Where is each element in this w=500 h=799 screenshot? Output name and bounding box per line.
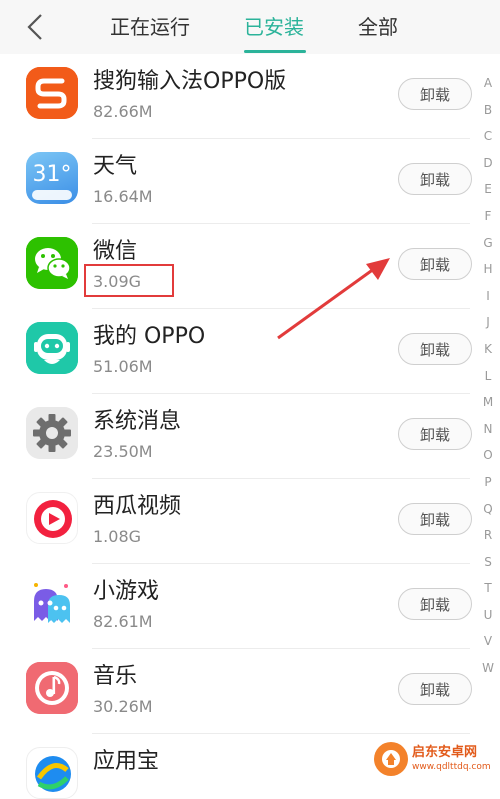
app-size: 82.61M [93,612,153,631]
app-size: 23.50M [93,442,153,461]
app-size: 1.08G [93,527,142,546]
alphabet-letter[interactable]: D [478,150,498,177]
alphabet-letter[interactable]: P [478,469,498,496]
alphabet-letter[interactable]: I [478,283,498,310]
app-row-music[interactable]: 音乐 30.26M 卸载 [0,649,472,734]
app-name: 天气 [93,154,138,179]
watermark: 启东安卓网 www.qdlttdq.com [372,738,500,780]
app-name: 小游戏 [93,579,160,604]
alphabet-letter[interactable]: T [478,575,498,602]
gear-icon [26,407,78,459]
app-size: 30.26M [93,697,153,716]
uninstall-button[interactable]: 卸载 [398,673,472,705]
alphabet-letter[interactable]: S [478,549,498,576]
mini-games-icon [26,577,78,629]
uninstall-button[interactable]: 卸载 [398,333,472,365]
alphabet-letter[interactable]: M [478,389,498,416]
alphabet-letter[interactable]: F [478,203,498,230]
app-name: 应用宝 [93,749,160,774]
alphabet-letter[interactable]: W [478,655,498,682]
tab-all[interactable]: 全部 [358,12,398,42]
xigua-video-icon [26,492,78,544]
uninstall-button[interactable]: 卸载 [398,503,472,535]
app-store-icon [26,747,78,799]
alphabet-letter[interactable]: U [478,602,498,629]
music-icon [26,662,78,714]
back-button[interactable] [18,10,52,44]
alphabet-letter[interactable]: A [478,70,498,97]
top-bar: 正在运行 已安装 全部 [0,0,500,54]
app-size: 16.64M [93,187,153,206]
alphabet-letter[interactable]: C [478,123,498,150]
uninstall-button[interactable]: 卸载 [398,78,472,110]
weather-icon: 31° [26,152,78,204]
uninstall-button[interactable]: 卸载 [398,588,472,620]
app-size: 51.06M [93,357,153,376]
alphabet-letter[interactable]: E [478,176,498,203]
app-name: 系统消息 [93,409,182,434]
app-name: 音乐 [93,664,138,689]
alphabet-letter[interactable]: N [478,416,498,443]
alphabet-letter[interactable]: J [478,309,498,336]
app-name: 搜狗输入法OPPO版 [93,69,287,94]
app-row-mini-games[interactable]: 小游戏 82.61M 卸载 [0,564,472,649]
uninstall-button[interactable]: 卸载 [398,418,472,450]
sogou-icon [26,67,78,119]
alphabet-letter[interactable]: L [478,363,498,390]
watermark-title: 启东安卓网 [412,745,478,760]
alphabet-letter[interactable]: Q [478,496,498,523]
wechat-icon [26,237,78,289]
active-tab-indicator [244,50,306,53]
uninstall-button[interactable]: 卸载 [398,248,472,280]
app-row-xigua-video[interactable]: 西瓜视频 1.08G 卸载 [0,479,472,564]
annotation-highlight-box [84,264,174,297]
watermark-logo-icon [374,742,408,776]
app-size: 82.66M [93,102,153,121]
alphabet-letter[interactable]: R [478,522,498,549]
app-name: 微信 [93,239,138,264]
uninstall-button[interactable]: 卸载 [398,163,472,195]
app-name: 我的 OPPO [93,324,206,349]
chevron-left-icon [27,14,42,40]
my-oppo-icon [26,322,78,374]
app-row-weather[interactable]: 31° 天气 16.64M 卸载 [0,139,472,224]
alphabet-letter[interactable]: K [478,336,498,363]
alphabet-index[interactable]: A B C D E F G H I J K L M N O P Q R S T … [478,70,498,682]
weather-icon-temperature: 31° [32,162,72,187]
tab-running[interactable]: 正在运行 [110,12,190,42]
alphabet-letter[interactable]: G [478,230,498,257]
app-row-system-messages[interactable]: 系统消息 23.50M 卸载 [0,394,472,479]
watermark-url: www.qdlttdq.com [412,762,491,772]
alphabet-letter[interactable]: O [478,442,498,469]
alphabet-letter[interactable]: B [478,97,498,124]
tab-installed[interactable]: 已安装 [244,12,304,42]
annotation-arrow [277,258,390,340]
alphabet-letter[interactable]: V [478,628,498,655]
app-row-sogou[interactable]: 搜狗输入法OPPO版 82.66M 卸载 [0,54,472,139]
app-name: 西瓜视频 [93,494,182,519]
alphabet-letter[interactable]: H [478,256,498,283]
